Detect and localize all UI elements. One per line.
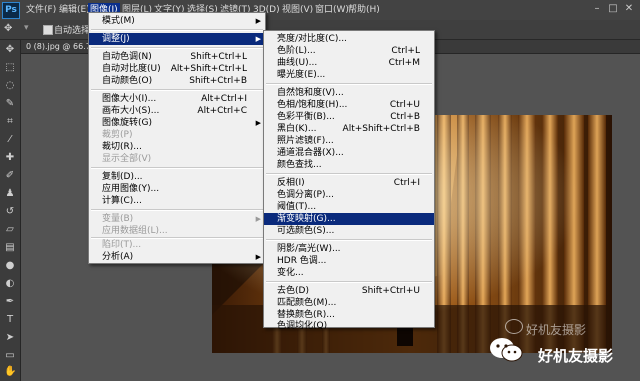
submenu-arrow-icon: ▶ xyxy=(255,17,261,25)
adjust-item-gradient-map[interactable]: 渐变映射(G)... xyxy=(264,213,434,225)
adjust-item-levels[interactable]: 色阶(L)... Ctrl+L xyxy=(264,45,434,57)
image-menu-item-apply-image[interactable]: 应用图像(Y)... xyxy=(89,183,265,195)
marquee-icon[interactable]: ⬚ xyxy=(4,62,16,74)
history-brush-icon[interactable]: ↺ xyxy=(4,206,16,218)
move-icon[interactable]: ✥ xyxy=(4,44,16,56)
image-menu-item-auto-color[interactable]: 自动颜色(O) Shift+Ctrl+B xyxy=(89,75,265,87)
type-icon[interactable]: T xyxy=(4,314,16,326)
tool-preset-chevron-icon[interactable]: ▾ xyxy=(24,23,29,33)
adjust-item-exposure[interactable]: 曝光度(E)... xyxy=(264,69,434,81)
image-menu-item-canvas-size[interactable]: 画布大小(S)... Alt+Ctrl+C xyxy=(89,105,265,117)
crop-icon[interactable]: ⌗ xyxy=(4,116,16,128)
adjust-item-invert[interactable]: 反相(I) Ctrl+I xyxy=(264,177,434,189)
image-menu-item-auto-tone[interactable]: 自动色调(N) Shift+Ctrl+L xyxy=(89,51,265,63)
healing-brush-icon[interactable]: ✚ xyxy=(4,152,16,164)
adjust-item-desaturate[interactable]: 去色(D) Shift+Ctrl+U xyxy=(264,285,434,297)
adjust-item-threshold[interactable]: 阈值(T)... xyxy=(264,201,434,213)
menu-view[interactable]: 视图(V) xyxy=(280,3,315,17)
minimize-icon[interactable]: – xyxy=(592,4,602,14)
photoshop-logo-icon: Ps xyxy=(2,2,20,19)
image-menu-item-trap: 陷印(T)... xyxy=(102,240,142,250)
menu-file[interactable]: 文件(F) xyxy=(24,3,58,17)
menu-divider xyxy=(91,167,263,169)
adjust-item-brightness-contrast[interactable]: 亮度/对比度(C)... xyxy=(264,33,434,45)
submenu-arrow-icon: ▶ xyxy=(255,253,261,261)
adjust-item-color-balance[interactable]: 色彩平衡(B)... Ctrl+B xyxy=(264,111,434,123)
menu-divider xyxy=(91,209,263,211)
adjust-item-replace-color[interactable]: 替换颜色(R)... xyxy=(264,309,434,321)
menu-edit[interactable]: 编辑(E) xyxy=(57,3,92,17)
watermark-text: 好机友摄影 xyxy=(538,347,614,365)
adjust-item-hdr-toning[interactable]: HDR 色调... xyxy=(264,255,434,267)
adjust-item-channel-mixer[interactable]: 通道混合器(X)... xyxy=(264,147,434,159)
adjust-item-equalize[interactable]: 色调均化(Q) xyxy=(264,321,434,331)
move-tool-icon[interactable]: ✥ xyxy=(4,23,20,35)
image-menu-item-variables: 变量(B) ▶ xyxy=(102,214,261,224)
wechat-logo-icon xyxy=(490,338,523,362)
adjust-item-vibrance[interactable]: 自然饱和度(V)... xyxy=(264,87,434,99)
menu-help[interactable]: 帮助(H) xyxy=(346,3,382,17)
quick-select-icon[interactable]: ✎ xyxy=(4,98,16,110)
image-menu-item-reveal-all: 显示全部(V) xyxy=(102,154,152,164)
image-menu-item-rotation[interactable]: 图像旋转(G) ▶ xyxy=(89,117,265,129)
menu-divider xyxy=(266,83,432,85)
adjust-item-hue-saturation[interactable]: 色相/饱和度(H)... Ctrl+U xyxy=(264,99,434,111)
adjust-item-match-color[interactable]: 匹配颜色(M)... xyxy=(264,297,434,309)
auto-select-checkbox[interactable] xyxy=(43,25,53,35)
maximize-icon[interactable]: □ xyxy=(608,4,618,14)
image-menu-item-auto-contrast[interactable]: 自动对比度(U) Alt+Shift+Ctrl+L xyxy=(89,63,265,75)
image-menu-item-image-size[interactable]: 图像大小(I)... Alt+Ctrl+I xyxy=(89,93,265,105)
image-menu-item-crop: 裁剪(P) xyxy=(102,130,133,140)
image-menu-item-analysis[interactable]: 分析(A) ▶ xyxy=(89,251,265,263)
close-icon[interactable]: ✕ xyxy=(624,4,634,14)
image-menu-item-mode[interactable]: 模式(M) ▶ xyxy=(89,15,265,27)
adjust-item-variations[interactable]: 变化... xyxy=(264,267,434,279)
adjust-item-photo-filter[interactable]: 照片滤镜(F)... xyxy=(264,135,434,147)
eyedropper-icon[interactable]: ⁄ xyxy=(4,134,16,146)
menu-divider xyxy=(91,29,263,31)
submenu-arrow-icon: ▶ xyxy=(255,35,261,43)
submenu-arrow-icon: ▶ xyxy=(255,119,261,127)
clone-stamp-icon[interactable]: ♟ xyxy=(4,188,16,200)
menu-divider xyxy=(266,173,432,175)
blur-icon[interactable]: ● xyxy=(4,260,16,272)
adjust-item-posterize[interactable]: 色调分离(P)... xyxy=(264,189,434,201)
toolbox: ✥ ⬚ ◌ ✎ ⌗ ⁄ ✚ ✐ ♟ ↺ ▱ ▤ ● ◐ ✒ T ➤ ▭ ✋ xyxy=(0,40,21,381)
image-menu-item-calculations[interactable]: 计算(C)... xyxy=(89,195,265,207)
adjust-item-curves[interactable]: 曲线(U)... Ctrl+M xyxy=(264,57,434,69)
eraser-icon[interactable]: ▱ xyxy=(4,224,16,236)
adjust-item-black-white[interactable]: 黑白(K)... Alt+Shift+Ctrl+B xyxy=(264,123,434,135)
menu-divider xyxy=(266,239,432,241)
pen-icon[interactable]: ✒ xyxy=(4,296,16,308)
image-menu-item-adjustments[interactable]: 调整(J) ▶ xyxy=(89,33,265,45)
menu-divider xyxy=(266,281,432,283)
dodge-icon[interactable]: ◐ xyxy=(4,278,16,290)
adjustments-submenu: 亮度/对比度(C)... 色阶(L)... Ctrl+L 曲线(U)... Ctrl… xyxy=(263,30,435,331)
submenu-arrow-icon: ▶ xyxy=(255,215,261,223)
adjust-item-color-lookup[interactable]: 颜色查找... xyxy=(264,159,434,171)
shape-icon[interactable]: ▭ xyxy=(4,350,16,362)
image-menu-item-duplicate[interactable]: 复制(D)... xyxy=(89,171,265,183)
image-menu-dropdown: 模式(M) ▶ 调整(J) ▶ 自动色调(N) Shift+Ctrl+L 自动对比度(… xyxy=(88,12,266,264)
hand-icon[interactable]: ✋ xyxy=(4,366,16,378)
adjust-item-selective-color[interactable]: 可选颜色(S)... xyxy=(264,225,434,237)
watermark-logo-icon xyxy=(505,319,523,334)
menu-divider xyxy=(91,47,263,49)
window-controls: – □ ✕ xyxy=(570,0,640,20)
image-menu-item-trim[interactable]: 裁切(R)... xyxy=(89,141,265,153)
brush-icon[interactable]: ✐ xyxy=(4,170,16,182)
image-menu-item-apply-data-set: 应用数据组(L)... xyxy=(102,226,168,236)
lasso-icon[interactable]: ◌ xyxy=(4,80,16,92)
menu-divider xyxy=(91,89,263,91)
path-select-icon[interactable]: ➤ xyxy=(4,332,16,344)
gradient-icon[interactable]: ▤ xyxy=(4,242,16,254)
watermark-text-faint: 好机友摄影 xyxy=(526,323,587,337)
adjust-item-shadows-highlights[interactable]: 阴影/高光(W)... xyxy=(264,243,434,255)
